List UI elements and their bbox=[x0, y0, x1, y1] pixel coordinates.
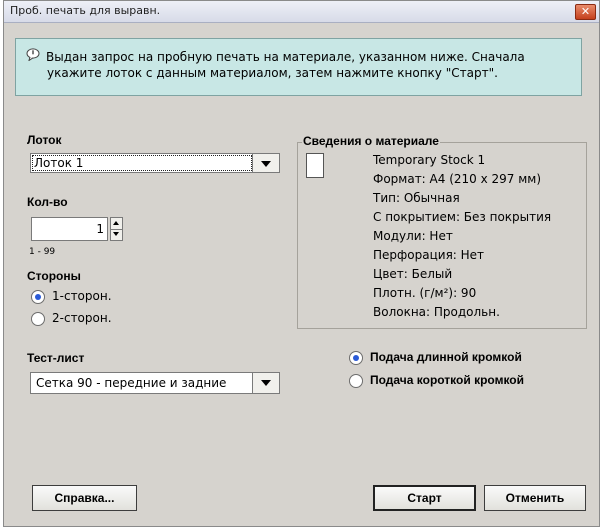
chevron-down-icon[interactable] bbox=[252, 373, 279, 393]
speech-balloon-icon bbox=[26, 48, 40, 61]
info-message-box: Выдан запрос на пробную печать на матери… bbox=[15, 38, 582, 96]
test-sheet-label: Тест-лист bbox=[27, 351, 85, 365]
material-format: Формат: А4 (210 х 297 мм) bbox=[373, 172, 542, 186]
material-weight: Плотн. (г/м²): 90 bbox=[373, 286, 477, 300]
radio-long-edge-feed[interactable] bbox=[349, 351, 363, 365]
start-button[interactable]: Старт bbox=[373, 485, 476, 511]
title-bar[interactable]: Проб. печать для выравн. ✕ bbox=[4, 1, 599, 23]
radio-short-edge-feed[interactable] bbox=[349, 374, 363, 388]
radio-2-sided[interactable] bbox=[31, 312, 45, 326]
material-coating: С покрытием: Без покрытия bbox=[373, 210, 552, 224]
material-grain: Волокна: Продольн. bbox=[373, 305, 500, 319]
quantity-label: Кол-во bbox=[27, 195, 68, 209]
material-color: Цвет: Белый bbox=[373, 267, 453, 281]
help-button[interactable]: Справка... bbox=[32, 485, 137, 511]
paper-icon bbox=[306, 153, 324, 178]
material-name: Temporary Stock 1 bbox=[373, 153, 486, 167]
radio-1-sided[interactable] bbox=[31, 290, 45, 304]
radio-short-edge-feed-label[interactable]: Подача короткой кромкой bbox=[370, 373, 524, 387]
chevron-down-icon[interactable] bbox=[252, 154, 279, 172]
window-title: Проб. печать для выравн. bbox=[10, 4, 161, 17]
tray-label: Лоток bbox=[27, 133, 62, 147]
cancel-button[interactable]: Отменить bbox=[484, 485, 586, 511]
info-line-2: укажите лоток с данным материалом, затем… bbox=[47, 66, 498, 80]
radio-1-sided-label[interactable]: 1-сторон. bbox=[52, 289, 112, 303]
close-button[interactable]: ✕ bbox=[575, 4, 596, 20]
material-perforation: Перфорация: Нет bbox=[373, 248, 485, 262]
tray-select[interactable]: Лоток 1 bbox=[30, 153, 280, 173]
tray-value: Лоток 1 bbox=[34, 156, 84, 170]
info-line-1: Выдан запрос на пробную печать на матери… bbox=[46, 50, 525, 64]
radio-2-sided-label[interactable]: 2-сторон. bbox=[52, 311, 112, 325]
quantity-range: 1 - 99 bbox=[29, 247, 56, 257]
spin-down-icon[interactable] bbox=[111, 229, 122, 240]
material-type: Тип: Обычная bbox=[373, 191, 460, 205]
quantity-stepper[interactable] bbox=[110, 217, 123, 241]
material-info-title: Сведения о материале bbox=[302, 134, 440, 148]
dialog-window: Проб. печать для выравн. ✕ Выдан запрос … bbox=[3, 0, 600, 527]
radio-long-edge-feed-label[interactable]: Подача длинной кромкой bbox=[370, 350, 522, 364]
quantity-input[interactable]: 1 bbox=[31, 217, 108, 241]
test-sheet-value: Сетка 90 - передние и задние bbox=[36, 376, 227, 390]
sides-label: Стороны bbox=[27, 269, 81, 283]
material-modules: Модули: Нет bbox=[373, 229, 453, 243]
info-message: Выдан запрос на пробную печать на матери… bbox=[46, 49, 566, 81]
close-icon: ✕ bbox=[580, 5, 591, 18]
test-sheet-select[interactable]: Сетка 90 - передние и задние bbox=[30, 372, 280, 394]
